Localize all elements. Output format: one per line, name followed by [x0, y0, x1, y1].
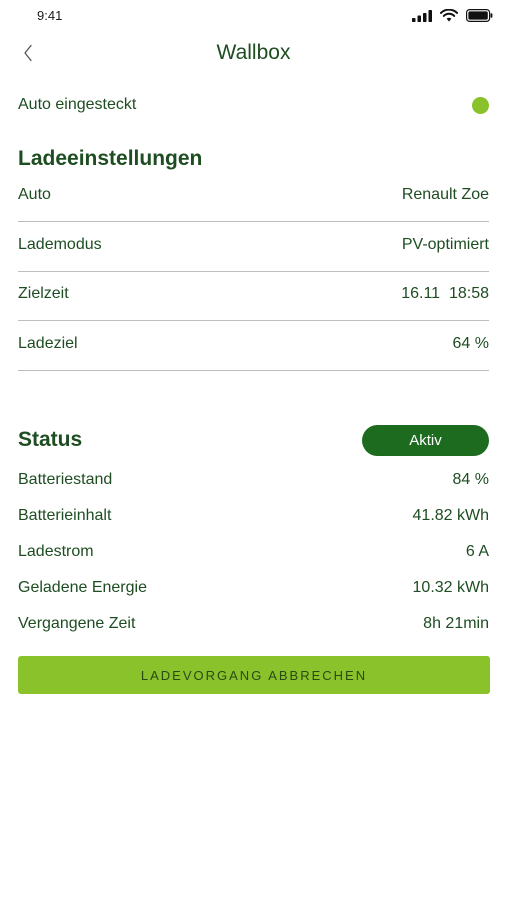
status-row-batteriestand: Batteriestand 84 % — [18, 468, 489, 492]
battery-icon — [466, 9, 493, 22]
setting-row-ladeziel[interactable]: Ladeziel 64 % — [18, 321, 489, 371]
plug-status-label: Auto eingesteckt — [18, 96, 137, 113]
wifi-icon — [440, 9, 458, 22]
status-badge: Aktiv — [362, 424, 489, 456]
status-header: Status Aktiv — [18, 424, 489, 456]
status-value: 84 % — [452, 471, 489, 488]
status-label: Batterieinhalt — [18, 507, 112, 524]
nav-bar: Wallbox — [0, 36, 507, 72]
status-time: 9:41 — [37, 8, 63, 23]
setting-label: Ladeziel — [18, 334, 78, 352]
status-row-ladestrom: Ladestrom 6 A — [18, 540, 489, 564]
settings-section-title: Ladeeinstellungen — [18, 147, 203, 170]
plug-status-indicator — [472, 96, 489, 114]
status-section-title: Status — [18, 428, 83, 451]
status-row-batterieinhalt: Batterieinhalt 41.82 kWh — [18, 504, 489, 528]
setting-row-auto[interactable]: Auto Renault Zoe — [18, 172, 489, 222]
setting-label: Zielzeit — [18, 284, 69, 302]
page-title: Wallbox — [216, 41, 291, 64]
plug-status-row: Auto eingesteckt — [18, 92, 489, 118]
status-label: Vergangene Zeit — [18, 615, 136, 632]
status-value: 8h 21min — [423, 615, 489, 632]
status-icons — [412, 9, 493, 22]
cancel-charging-button[interactable]: LADEVORGANG ABBRECHEN — [18, 656, 490, 694]
status-value: 41.82 kWh — [412, 507, 489, 524]
status-row-geladene-energie: Geladene Energie 10.32 kWh — [18, 576, 489, 600]
setting-label: Lademodus — [18, 235, 102, 253]
setting-value: Renault Zoe — [401, 185, 489, 203]
setting-row-lademodus[interactable]: Lademodus PV-optimiert — [18, 222, 489, 272]
status-value: 10.32 kWh — [412, 579, 489, 596]
setting-value: PV-optimiert — [401, 235, 489, 253]
status-label: Geladene Energie — [18, 579, 147, 596]
status-label: Ladestrom — [18, 543, 94, 560]
setting-label: Auto — [18, 185, 51, 203]
status-label: Batteriestand — [18, 471, 113, 488]
setting-value: 16.11 18:58 — [401, 284, 489, 302]
status-row-vergangene-zeit: Vergangene Zeit 8h 21min — [18, 612, 489, 636]
setting-value: 64 % — [452, 334, 489, 352]
setting-row-zielzeit[interactable]: Zielzeit 16.11 18:58 — [18, 271, 489, 321]
status-bar: 9:41 — [0, 0, 507, 30]
status-value: 6 A — [465, 543, 489, 560]
cellular-signal-icon — [412, 9, 432, 22]
